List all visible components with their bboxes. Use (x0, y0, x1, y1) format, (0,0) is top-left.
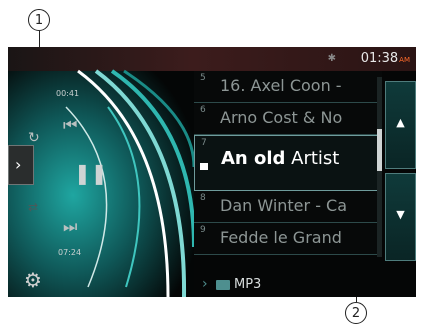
track-title: 16. Axel Coon - (220, 76, 342, 95)
clock: 01:38AM (360, 51, 410, 66)
folder-label: MP3 (234, 277, 262, 292)
callout-2: 2 (345, 302, 367, 324)
down-arrow-icon: ▼ (396, 208, 405, 221)
track-number: 5 (200, 73, 206, 83)
track-number: 6 (200, 105, 206, 115)
track-list: 5 16. Axel Coon - 6 Arno Cost & No 7 An … (194, 71, 382, 297)
side-panel-button[interactable]: › (8, 145, 34, 185)
scrollbar-thumb[interactable] (377, 129, 382, 171)
list-item[interactable]: 5 16. Axel Coon - (194, 71, 382, 103)
track-title: An old Artist (221, 148, 340, 169)
shuffle-icon[interactable]: ⇄ (28, 200, 38, 214)
chevron-right-icon: › (15, 155, 22, 174)
next-track-icon[interactable]: ⏭ (63, 217, 77, 237)
track-title: Fedde le Grand (220, 228, 342, 247)
bluetooth-icon: ✱ (327, 53, 336, 64)
scroll-down-button[interactable]: ▼ (385, 173, 416, 261)
folder-icon (216, 280, 230, 290)
total-time: 07:24 (58, 248, 82, 257)
now-playing-icon (200, 163, 208, 170)
up-arrow-icon: ▲ (396, 116, 405, 129)
pause-icon[interactable]: ❚❚ (74, 161, 108, 185)
list-item[interactable]: 6 Arno Cost & No (194, 103, 382, 135)
scroll-up-button[interactable]: ▲ (385, 81, 416, 169)
track-title: Dan Winter - Ca (220, 196, 348, 215)
list-item-selected[interactable]: 7 An old Artist (194, 135, 382, 191)
folder-breadcrumb[interactable]: › MP3 (194, 273, 416, 297)
track-number: 8 (200, 193, 206, 203)
gear-icon[interactable]: ⚙ (24, 268, 42, 292)
head-unit-screen: ✱ 01:38AM › ↻ 00:41 ⏮ ❚❚ ⇄ ⏭ 07:24 ⚙ 5 1… (8, 47, 416, 297)
scroll-buttons: ▲ ▼ (385, 71, 416, 297)
track-number: 9 (200, 225, 206, 235)
track-number: 7 (201, 138, 207, 148)
list-item[interactable]: 8 Dan Winter - Ca (194, 191, 382, 223)
elapsed-time: 00:41 (56, 89, 80, 98)
callout-1: 1 (28, 9, 50, 31)
track-title: Arno Cost & No (220, 108, 343, 127)
list-item[interactable]: 9 Fedde le Grand (194, 223, 382, 255)
chevron-right-icon: › (202, 276, 208, 292)
repeat-icon[interactable]: ↻ (28, 130, 40, 146)
previous-track-icon[interactable]: ⏮ (63, 115, 77, 135)
